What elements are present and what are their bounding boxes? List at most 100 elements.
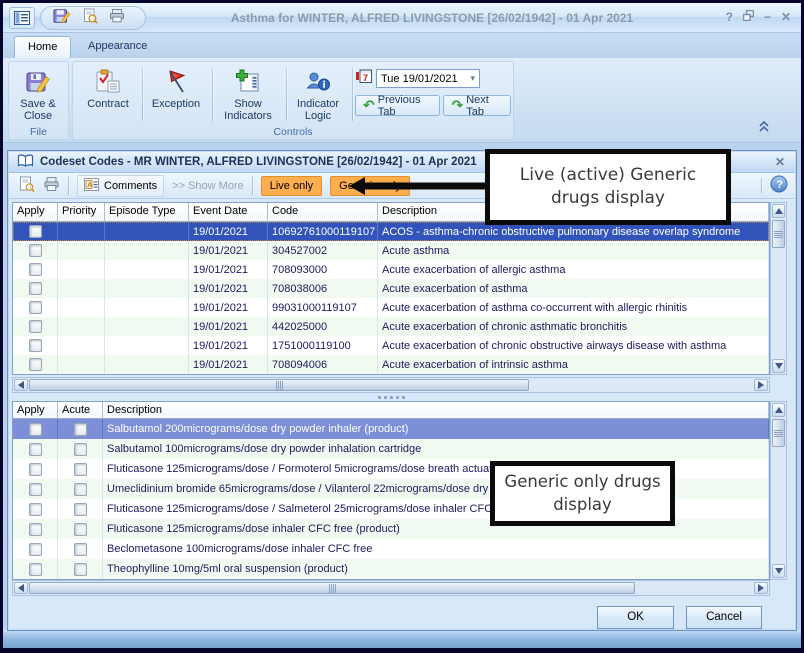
acute-cell-checkbox[interactable] (74, 503, 87, 516)
acute-cell-checkbox[interactable] (74, 543, 87, 556)
drug-row[interactable]: Beclometasone 100micrograms/dose inhaler… (13, 539, 769, 559)
scroll-left-button[interactable] (14, 379, 28, 391)
codes-row[interactable]: 19/01/2021708038006Acute exacerbation of… (13, 279, 769, 298)
acute-cell-checkbox[interactable] (74, 523, 87, 536)
codes-vertical-scrollbar[interactable] (770, 202, 787, 375)
column-header-acute[interactable]: Acute (58, 402, 103, 418)
scroll-right-button[interactable] (754, 379, 768, 391)
cancel-button[interactable]: Cancel (686, 606, 762, 629)
scroll-left-button[interactable] (14, 582, 28, 594)
scroll-up-button[interactable] (772, 403, 785, 417)
apply-cell (13, 479, 58, 499)
minimize-icon[interactable]: − (764, 10, 771, 24)
print-preview-icon[interactable] (82, 8, 98, 29)
save-icon[interactable] (53, 7, 71, 30)
apply-cell-checkbox[interactable] (29, 443, 42, 456)
print-icon[interactable] (109, 8, 125, 28)
codes-row[interactable]: 19/01/2021708093000Acute exacerbation of… (13, 260, 769, 279)
scroll-up-button[interactable] (772, 204, 785, 218)
close-icon[interactable]: ✕ (781, 10, 791, 24)
show-indicators-button[interactable]: Show Indicators (213, 66, 283, 126)
drug-row[interactable]: Salbutamol 200micrograms/dose dry powder… (13, 419, 769, 439)
apply-cell-checkbox[interactable] (29, 320, 42, 333)
save-close-button[interactable]: Save & Close (5, 66, 71, 126)
tab-home[interactable]: Home (14, 36, 71, 58)
apply-cell-checkbox[interactable] (29, 339, 42, 352)
column-header-apply[interactable]: Apply (13, 203, 58, 221)
codes-row[interactable]: 19/01/2021708094006Acute exacerbation of… (13, 355, 769, 374)
codes-row[interactable]: 19/01/202199031000119107Acute exacerbati… (13, 298, 769, 317)
tab-appearance[interactable]: Appearance (75, 36, 160, 58)
scrollbar-thumb[interactable] (772, 419, 785, 447)
restore-icon[interactable] (743, 10, 754, 24)
apply-cell-checkbox[interactable] (29, 263, 42, 276)
apply-cell (13, 222, 58, 241)
next-tab-button[interactable]: ↷ Next Tab (443, 95, 511, 116)
scrollbar-thumb[interactable] (29, 582, 635, 594)
apply-cell-checkbox[interactable] (29, 225, 42, 238)
live-only-toggle[interactable]: Live only (261, 176, 322, 196)
apply-cell-checkbox[interactable] (29, 423, 42, 436)
show-more-button[interactable]: >> Show More (172, 180, 244, 192)
ok-button[interactable]: OK (597, 606, 674, 629)
column-header-apply[interactable]: Apply (13, 402, 58, 418)
drug-row[interactable]: Theophylline 10mg/5ml oral suspension (p… (13, 559, 769, 579)
codeset-close-icon[interactable]: ✕ (775, 155, 785, 169)
apply-cell-checkbox[interactable] (29, 358, 42, 371)
acute-cell-checkbox[interactable] (74, 423, 87, 436)
date-dropdown[interactable]: Tue 19/01/2021 ▾ (376, 69, 480, 88)
print-preview-icon[interactable] (19, 176, 35, 196)
window-controls: ? − ✕ (726, 10, 791, 24)
scroll-down-button[interactable] (772, 564, 785, 578)
scrollbar-thumb[interactable] (29, 379, 529, 391)
exception-button[interactable]: Exception (143, 66, 209, 126)
codes-table-body: 19/01/202110692761000119107ACOS - asthma… (13, 222, 769, 374)
print-icon[interactable] (43, 176, 60, 195)
help-circle-button[interactable]: ? (770, 175, 788, 196)
pane-splitter[interactable] (12, 393, 770, 401)
collapse-ribbon-button[interactable] (757, 120, 771, 138)
help-icon[interactable]: ? (726, 10, 733, 24)
column-header-priority[interactable]: Priority (58, 203, 105, 221)
apply-cell-checkbox[interactable] (29, 463, 42, 476)
column-header-description[interactable]: Description (103, 402, 769, 418)
drugs-vertical-scrollbar[interactable] (770, 401, 787, 580)
description-cell: Beclometasone 100micrograms/dose inhaler… (103, 539, 769, 559)
scrollbar-thumb[interactable] (772, 220, 785, 248)
apply-cell-checkbox[interactable] (29, 244, 42, 257)
drug-row[interactable]: Salbutamol 100micrograms/dose dry powder… (13, 439, 769, 459)
apply-cell-checkbox[interactable] (29, 301, 42, 314)
apply-cell-checkbox[interactable] (29, 563, 42, 576)
apply-cell-checkbox[interactable] (29, 523, 42, 536)
codes-row[interactable]: 19/01/2021442025000Acute exacerbation of… (13, 317, 769, 336)
acute-cell-checkbox[interactable] (74, 563, 87, 576)
comments-button[interactable]: A Comments (77, 175, 164, 197)
main-titlebar: Asthma for WINTER, ALFRED LIVINGSTONE [2… (3, 3, 801, 33)
scroll-right-button[interactable] (754, 582, 768, 594)
acute-cell-checkbox[interactable] (74, 443, 87, 456)
episode-type-cell (105, 298, 189, 317)
apply-cell-checkbox[interactable] (29, 483, 42, 496)
next-arrow-icon: ↷ (451, 101, 463, 111)
acute-cell-checkbox[interactable] (74, 483, 87, 496)
app-menu-button[interactable] (9, 7, 35, 29)
acute-cell (58, 479, 103, 499)
acute-cell-checkbox[interactable] (74, 463, 87, 476)
drugs-horizontal-scrollbar[interactable] (12, 580, 770, 596)
group-label-file: File (9, 126, 68, 138)
apply-cell-checkbox[interactable] (29, 282, 42, 295)
priority-cell (58, 355, 105, 374)
scroll-down-button[interactable] (772, 359, 785, 373)
apply-cell-checkbox[interactable] (29, 543, 42, 556)
codes-horizontal-scrollbar[interactable] (12, 377, 770, 393)
priority-cell (58, 317, 105, 336)
codes-row[interactable]: 19/01/2021304527002Acute asthma (13, 241, 769, 260)
apply-cell-checkbox[interactable] (29, 503, 42, 516)
column-header-event-date[interactable]: Event Date (189, 203, 268, 221)
column-header-code[interactable]: Code (268, 203, 378, 221)
previous-tab-button[interactable]: ↶ Previous Tab (355, 95, 440, 116)
contract-button[interactable]: Contract (75, 66, 141, 126)
indicator-logic-button[interactable]: Indicator Logic (285, 66, 351, 126)
column-header-episode-type[interactable]: Episode Type (105, 203, 189, 221)
codes-row[interactable]: 19/01/20211751000119100Acute exacerbatio… (13, 336, 769, 355)
